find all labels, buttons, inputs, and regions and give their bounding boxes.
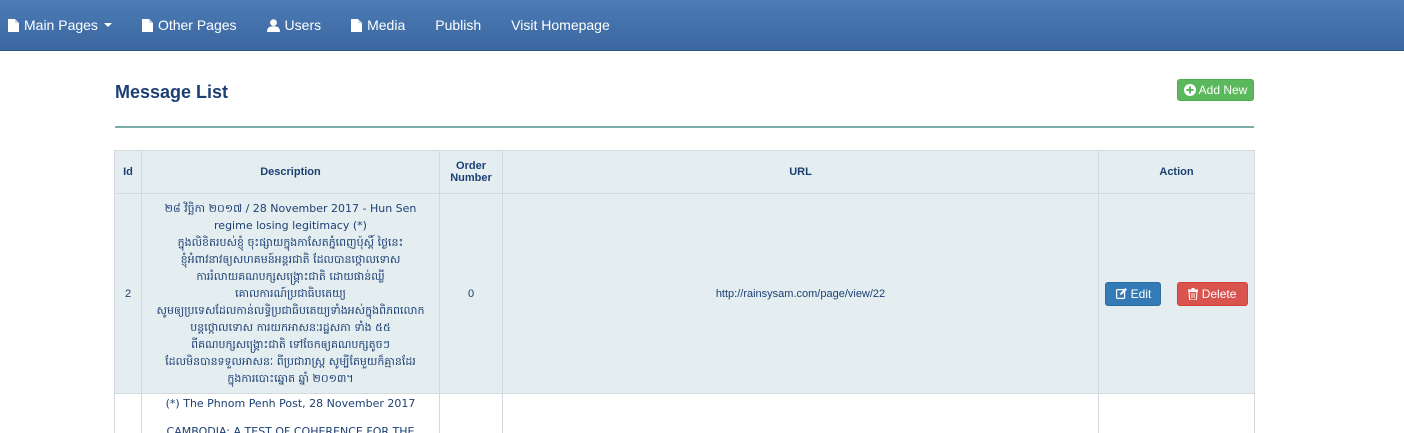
edit-button[interactable]: Edit [1105,281,1162,306]
description-line: (*) The Phnom Penh Post, 28 November 201… [165,397,416,410]
nav-media[interactable]: Media [336,0,420,51]
cell-description: (*) The Phnom Penh Post, 28 November 201… [141,393,440,433]
cell-id [114,393,142,433]
description-line: ពីគណបក្សសង្គ្រោះជាតិ ទៅចែកឲ្យគណបក្សតូចៗ [191,338,390,351]
trash-icon [1187,287,1198,300]
description-line: ដែលមិនបានទទួលអាសនៈ ពីប្រជារាស្ត្រ សូម្បី… [165,355,416,368]
delete-label: Delete [1201,286,1237,301]
file-icon [141,18,153,32]
edit-icon [1115,288,1127,299]
nav-publish[interactable]: Publish [420,0,496,51]
description-line: ២៨ វិច្ឆិកា ២០១៧ / 28 November 2017 - Hu… [164,202,417,215]
nav-main-pages[interactable]: Main Pages [0,0,127,51]
plus-circle-icon [1183,84,1196,96]
description-line: ខ្ញុំអំពាវនាវឲ្យសហគមន៍អន្តរជាតិ ដែលបានថ្… [180,253,401,266]
nav-users[interactable]: Users [252,0,337,51]
cell-order-number [439,393,503,433]
add-new-button[interactable]: Add New [1177,79,1254,101]
description-line: ការរំលាយគណបក្សសង្គ្រោះជាតិ ដោយផាន់ឈ្លី [196,270,385,283]
table-row: 2 ២៨ វិច្ឆិកា ២០១៧ / 28 November 2017 - … [114,193,1255,394]
cell-description: ២៨ វិច្ឆិកា ២០១៧ / 28 November 2017 - Hu… [141,193,440,394]
column-header-id: Id [114,150,142,194]
file-icon [8,18,19,32]
nav-visit-homepage-label: Visit Homepage [511,17,610,33]
cell-url [502,393,1099,433]
nav-other-pages-label: Other Pages [157,17,237,33]
nav-visit-homepage[interactable]: Visit Homepage [496,0,625,51]
user-icon [266,18,280,32]
column-header-action: Action [1098,150,1255,194]
nav-media-label: Media [367,17,406,33]
column-header-order-number: Order Number [439,150,503,194]
nav-main-pages-label: Main Pages [24,17,98,33]
cell-order-number: 0 [439,193,503,394]
column-header-url: URL [502,150,1099,194]
cell-id: 2 [114,193,142,394]
add-new-label: Add New [1198,83,1248,97]
delete-button[interactable]: Delete [1176,281,1248,306]
file-icon [351,18,363,32]
description-line: សូមឲ្យប្រទេសដែលកាន់លទ្ធិប្រជាធិបតេយ្យទាំ… [156,304,425,317]
table-row: (*) The Phnom Penh Post, 28 November 201… [114,393,1255,433]
nav-publish-label: Publish [435,17,482,33]
top-navbar: Main Pages Other Pages Users Media Publi… [0,0,1404,51]
description-line: ក្នុងការបោះឆ្នោត ឆ្នាំ ២០១៣។ [227,372,354,385]
description-line: regime losing legitimacy (*) [214,219,367,232]
page-title: Message List [115,82,229,102]
title-divider [115,126,1254,128]
description-line: បន្តថ្កោលទោស ការយកអាសនៈរដ្ឋសភា ទាំង ៥៥ [190,321,391,334]
nav-users-label: Users [284,17,322,33]
edit-label: Edit [1130,286,1152,301]
table-header-row: Id Description Order Number URL Action [114,150,1255,194]
column-header-description: Description [141,150,440,194]
message-table: Id Description Order Number URL Action 2… [114,150,1255,433]
cell-action [1098,393,1255,433]
cell-url: http://rainsysam.com/page/view/22 [502,193,1099,394]
description-line: គោលការណ៍ប្រជាធិបតេយ្យ [235,287,346,300]
caret-down-icon [103,23,112,27]
cell-action: Edit Delete [1098,193,1255,394]
description-line: CAMBODIA: A TEST OF COHERENCE FOR THE [166,425,415,433]
nav-other-pages[interactable]: Other Pages [127,0,252,51]
description-line: ក្នុងលិខិតរបស់ខ្ញុំ ចុះផ្សាយក្នុងកាសែតភ្… [177,236,404,249]
